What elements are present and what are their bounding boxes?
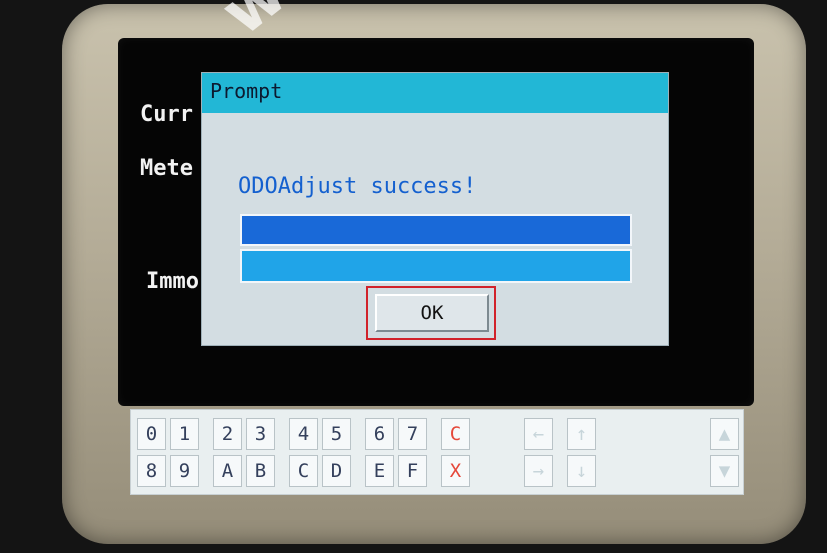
key-6[interactable]: 6: [365, 418, 394, 450]
dialog-title: Prompt: [210, 79, 283, 103]
prompt-dialog: Prompt ODOAdjust success! OK: [201, 72, 669, 346]
key-b[interactable]: B: [246, 455, 275, 487]
dialog-title-bar: Prompt: [202, 73, 668, 113]
key-a[interactable]: A: [213, 455, 242, 487]
key-7[interactable]: 7: [398, 418, 427, 450]
key-cancel[interactable]: X: [441, 455, 470, 487]
key-4[interactable]: 4: [289, 418, 318, 450]
key-8[interactable]: 8: [137, 455, 166, 487]
key-5[interactable]: 5: [322, 418, 351, 450]
page-up-icon[interactable]: ▲: [710, 418, 739, 450]
key-0[interactable]: 0: [137, 418, 166, 450]
arrow-left-icon[interactable]: ←: [524, 418, 553, 450]
key-clear[interactable]: C: [441, 418, 470, 450]
dialog-bar-secondary: [240, 249, 632, 283]
bg-label-immo: Immo: [146, 269, 199, 294]
key-d[interactable]: D: [322, 455, 351, 487]
key-f[interactable]: F: [398, 455, 427, 487]
key-e[interactable]: E: [365, 455, 394, 487]
keypad: 0 1 2 3 4 5 6 7 C ← ↑ ▲ 8 9 A B C D E F …: [130, 409, 744, 495]
key-c[interactable]: C: [289, 455, 318, 487]
dialog-message: ODOAdjust success!: [238, 174, 477, 199]
dialog-bar-primary: [240, 214, 632, 246]
key-9[interactable]: 9: [170, 455, 199, 487]
ok-button[interactable]: OK: [375, 294, 489, 332]
page-down-icon[interactable]: ▼: [710, 455, 739, 487]
arrow-down-icon[interactable]: ↓: [567, 455, 596, 487]
bg-label-mete: Mete: [140, 156, 193, 181]
key-2[interactable]: 2: [213, 418, 242, 450]
key-3[interactable]: 3: [246, 418, 275, 450]
arrow-right-icon[interactable]: →: [524, 455, 553, 487]
arrow-up-icon[interactable]: ↑: [567, 418, 596, 450]
bg-label-curr: Curr: [140, 102, 193, 127]
key-1[interactable]: 1: [170, 418, 199, 450]
